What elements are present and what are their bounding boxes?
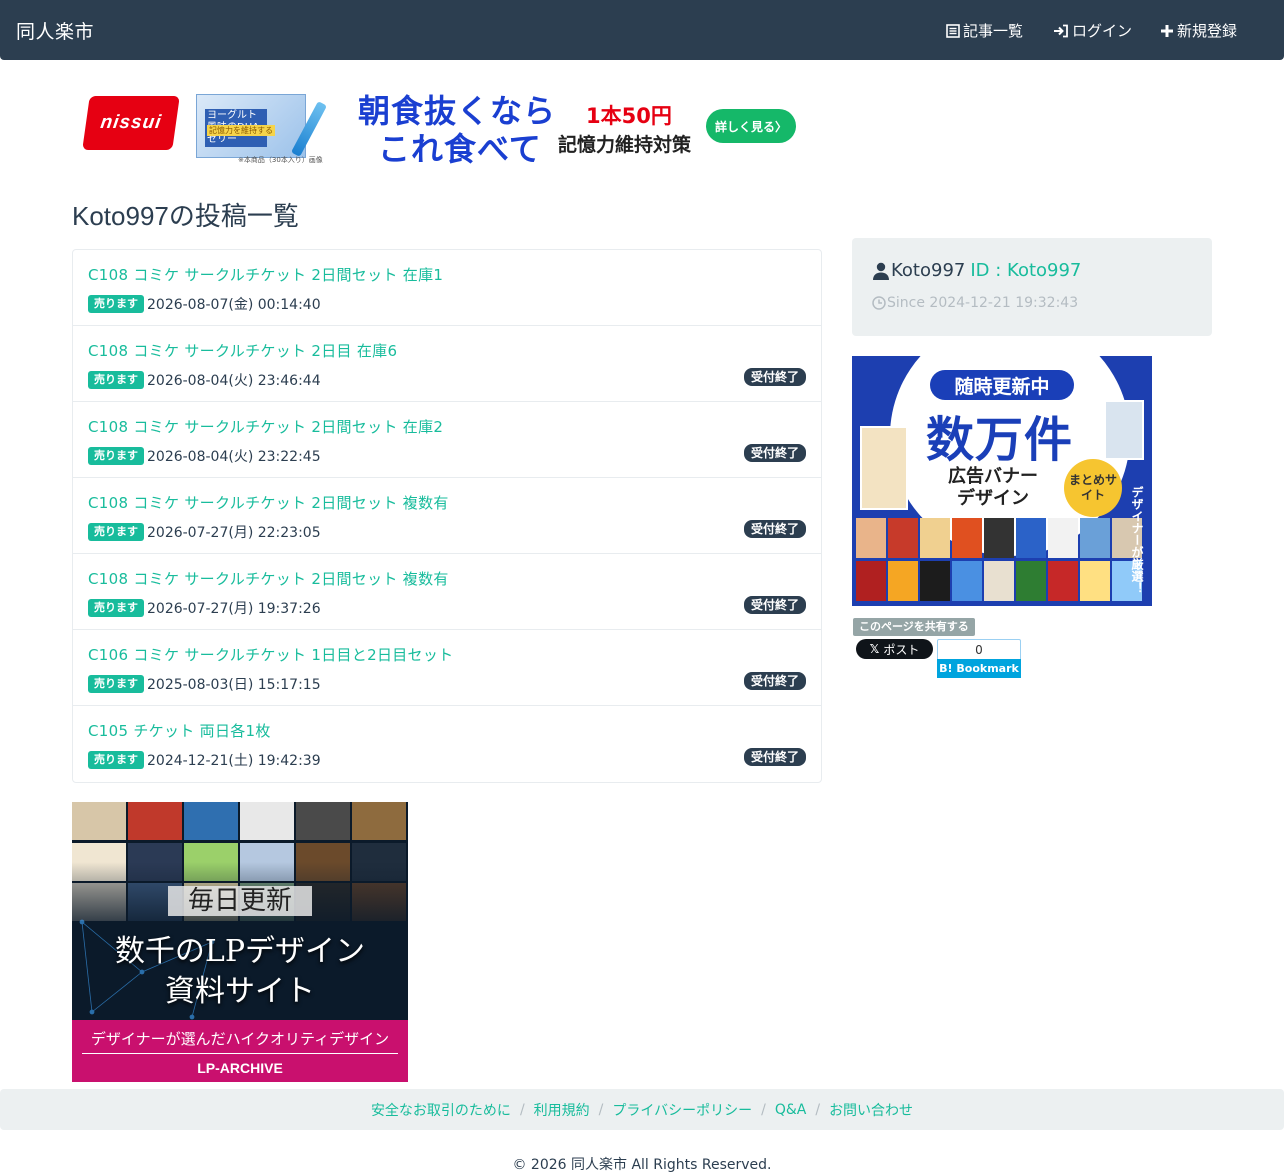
bottom-ad-line1: 毎日更新 (72, 880, 408, 917)
side-ad-big: 数万件 (926, 412, 1074, 468)
nav-articles-label: 記事一覧 (963, 22, 1024, 40)
nav-login-label: ログイン (1072, 22, 1133, 40)
clock-icon (872, 296, 886, 310)
sell-badge: 売ります (88, 371, 144, 389)
list-item[interactable]: C108 コミケ サークルチケット 2日間セット 複数有 売ります 2026-07… (73, 478, 821, 554)
hatena-bookmark-button[interactable]: B! Bookmark (937, 659, 1021, 678)
side-ad-collage (856, 518, 1142, 602)
ad-headline-2: これ食べて (378, 130, 542, 168)
profile-name-row: Koto997 ID : Koto997 (872, 260, 1081, 281)
footer-links: 安全なお取引のために / 利用規約 / プライバシーポリシー / Q&A / お問い合わ… (0, 1089, 1284, 1130)
post-date: 2026-08-04(火) 23:46:44 (147, 373, 321, 389)
bottom-ad-line2: 数千のLPデザイン (114, 934, 366, 969)
post-date: 2026-07-27(月) 22:23:05 (147, 525, 321, 541)
ad-subline: 記憶力維持対策 (558, 134, 692, 156)
sell-badge: 売ります (88, 675, 144, 693)
x-icon: 𝕏 (869, 642, 880, 656)
nissui-logo: nissui (82, 96, 180, 150)
copyright: © 2026 同人楽市 All Rights Reserved. (512, 1157, 772, 1173)
list-item[interactable]: C108 コミケ サークルチケット 2日間セット 複数有 売ります 2026-07… (73, 554, 821, 630)
top-ad-banner[interactable]: nissui ヨーグルト風味のDHAゼリー 記憶力を維持する ※本商品（30本入… (72, 80, 802, 172)
closed-badge: 受付終了 (743, 672, 806, 690)
side-ad-thumb (1104, 400, 1144, 460)
post-date: 2025-08-03(日) 15:17:15 (147, 677, 321, 693)
x-post-button[interactable]: 𝕏 ポスト (856, 639, 933, 659)
post-list: C108 コミケ サークルチケット 2日間セット 在庫1 売ります 2026-08… (72, 249, 822, 783)
footer-link-contact[interactable]: お問い合わせ (829, 1100, 913, 1120)
side-ad-pill: 随時更新中 (930, 370, 1074, 400)
profile-name: Koto997 (891, 260, 966, 281)
nav-articles[interactable]: 記事一覧 (946, 20, 1023, 41)
list-item[interactable]: C108 コミケ サークルチケット 2日間セット 在庫1 売ります 2026-08… (73, 250, 821, 326)
sell-badge: 売ります (88, 295, 144, 313)
post-date: 2026-07-27(月) 19:37:26 (147, 601, 321, 617)
list-item[interactable]: C108 コミケ サークルチケット 2日間セット 在庫2 売ります 2026-08… (73, 402, 821, 478)
post-title-link[interactable]: C106 コミケ サークルチケット 1日目と2日目セット (88, 644, 453, 665)
bottom-ad-band-text: デザイナーが選んだハイクオリティデザイン (82, 1028, 398, 1054)
sell-badge: 売ります (88, 447, 144, 465)
page-title: Koto997の投稿一覧 (72, 201, 299, 231)
side-ad-vertical: デザイナーが厳選！ (1130, 486, 1144, 594)
sell-badge: 売ります (88, 599, 144, 617)
profile-since: Since 2024-12-21 19:32:43 (887, 295, 1079, 311)
closed-badge: 受付終了 (743, 444, 806, 462)
sell-badge: 売ります (88, 751, 144, 769)
side-ad-banner[interactable]: 随時更新中 数万件 広告バナー デザイン まとめサイト デザイナーが厳選！ (852, 356, 1152, 606)
bottom-ad-brand: LP-ARCHIVE (197, 1060, 283, 1076)
post-title-link[interactable]: C108 コミケ サークルチケット 2日間セット 在庫1 (88, 264, 443, 285)
side-ad-mid: 広告バナー デザイン (948, 466, 1038, 509)
sell-badge: 売ります (88, 523, 144, 541)
side-ad-thumb (860, 426, 908, 510)
closed-badge: 受付終了 (743, 520, 806, 538)
closed-badge: 受付終了 (743, 748, 806, 766)
post-date: 2024-12-21(土) 19:42:39 (147, 753, 321, 769)
bottom-ad-banner[interactable]: 毎日更新 数千のLPデザイン 資料サイト デザイナーが選んだハイクオリティデザイ… (72, 802, 408, 1082)
ad-price: 1本50円 (586, 104, 672, 128)
footer-link-terms[interactable]: 利用規約 (534, 1100, 590, 1120)
profile-since-row: Since 2024-12-21 19:32:43 (872, 295, 1078, 311)
post-title-link[interactable]: C108 コミケ サークルチケット 2日目 在庫6 (88, 340, 397, 361)
list-icon (946, 23, 960, 38)
plus-icon (1161, 24, 1173, 37)
login-icon (1054, 24, 1068, 37)
profile-panel: Koto997 ID : Koto997 Since 2024-12-21 19… (852, 238, 1212, 336)
ad-details-button[interactable]: 詳しく見る〉 (706, 109, 796, 143)
product-note: ※本商品（30本入り）画像 (238, 156, 323, 164)
footer-link-privacy[interactable]: プライバシーポリシー (612, 1100, 752, 1120)
navbar: 同人楽市 記事一覧 ログイン 新規登録 (0, 0, 1284, 60)
nav-register-label: 新規登録 (1177, 22, 1238, 40)
post-title-link[interactable]: C105 チケット 両日各1枚 (88, 720, 271, 741)
post-date: 2026-08-04(火) 23:22:45 (147, 449, 321, 465)
nav-register[interactable]: 新規登録 (1160, 20, 1237, 41)
product-image: ヨーグルト風味のDHAゼリー 記憶力を維持する (196, 94, 306, 158)
user-icon (873, 262, 889, 280)
footer-link-qa[interactable]: Q&A (775, 1102, 807, 1118)
list-item[interactable]: C105 チケット 両日各1枚 売ります 2024-12-21(土) 19:42:… (73, 706, 821, 782)
list-item[interactable]: C106 コミケ サークルチケット 1日目と2日目セット 売ります 2025-08… (73, 630, 821, 706)
post-date: 2026-08-07(金) 00:14:40 (147, 297, 321, 313)
profile-id: ID : Koto997 (970, 260, 1082, 281)
nav-login[interactable]: ログイン (1053, 20, 1132, 41)
list-item[interactable]: C108 コミケ サークルチケット 2日目 在庫6 売ります 2026-08-04… (73, 326, 821, 402)
post-title-link[interactable]: C108 コミケ サークルチケット 2日間セット 複数有 (88, 568, 449, 589)
side-ad-circle: まとめサイト (1064, 459, 1122, 517)
share-label: このページを共有する (853, 618, 975, 636)
closed-badge: 受付終了 (743, 368, 806, 386)
closed-badge: 受付終了 (743, 596, 806, 614)
x-post-label: ポスト (883, 642, 920, 657)
bottom-ad-band: デザイナーが選んだハイクオリティデザイン LP-ARCHIVE (72, 1020, 408, 1082)
post-title-link[interactable]: C108 コミケ サークルチケット 2日間セット 複数有 (88, 492, 449, 513)
footer-link-safety[interactable]: 安全なお取引のために (371, 1100, 511, 1120)
post-title-link[interactable]: C108 コミケ サークルチケット 2日間セット 在庫2 (88, 416, 443, 437)
bottom-ad-line3: 資料サイト (165, 974, 315, 1009)
hatena-count[interactable]: 0 (937, 639, 1021, 660)
site-brand[interactable]: 同人楽市 (16, 17, 94, 44)
